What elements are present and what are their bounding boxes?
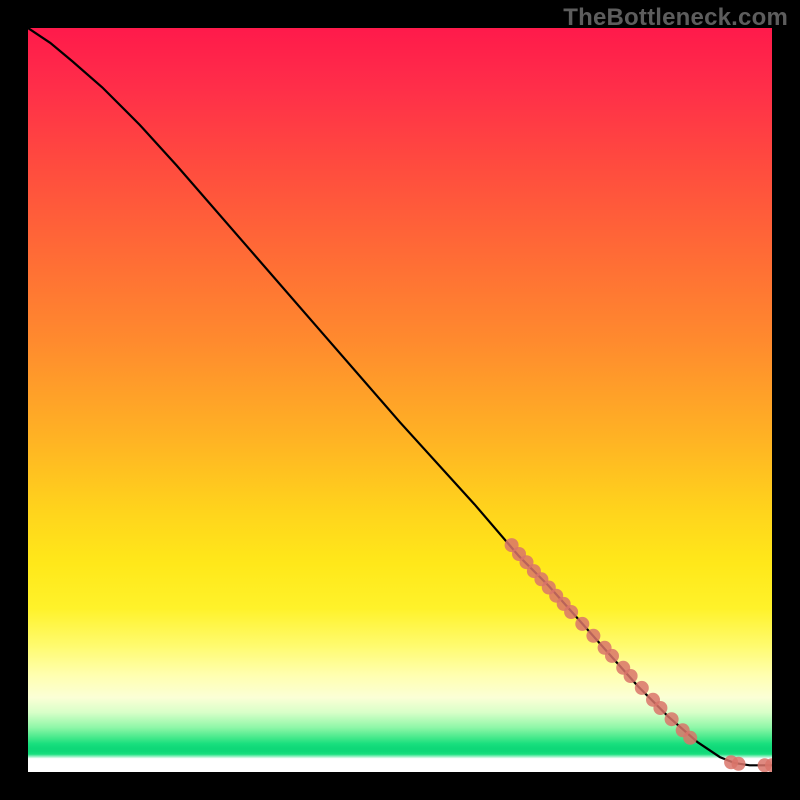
curve-marker xyxy=(683,731,697,745)
curve-marker xyxy=(605,649,619,663)
curve-marker xyxy=(665,712,679,726)
bottleneck-curve xyxy=(28,28,772,765)
chart-overlay xyxy=(28,28,772,772)
curve-marker xyxy=(732,757,746,771)
curve-marker xyxy=(624,669,638,683)
curve-marker xyxy=(575,617,589,631)
curve-marker xyxy=(586,629,600,643)
curve-markers xyxy=(505,538,772,772)
curve-marker xyxy=(653,701,667,715)
curve-marker xyxy=(564,605,578,619)
curve-marker xyxy=(635,681,649,695)
watermark-text: TheBottleneck.com xyxy=(563,4,788,32)
chart-frame: TheBottleneck.com xyxy=(0,0,800,800)
